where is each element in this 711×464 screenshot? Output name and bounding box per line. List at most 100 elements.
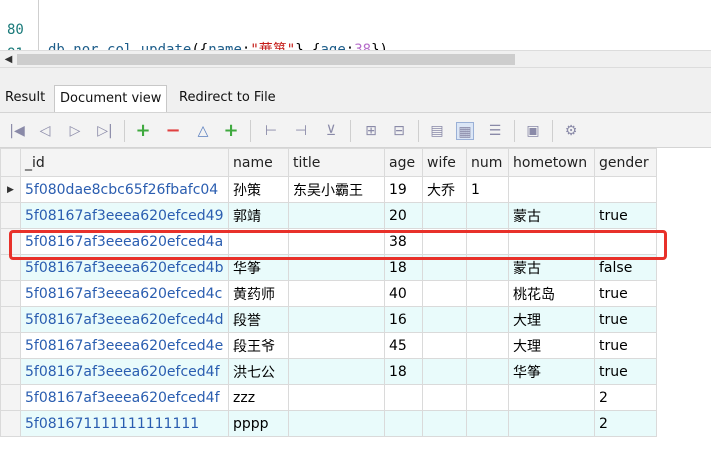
column-header-wife[interactable]: wife bbox=[422, 148, 467, 177]
table-cell[interactable]: true bbox=[594, 332, 657, 359]
table-cell[interactable] bbox=[466, 202, 509, 229]
export-icon[interactable]: ▣ bbox=[524, 122, 542, 140]
table-row[interactable]: 5f08167af3eeea620efced4e 段王爷 45 大理 true bbox=[0, 332, 657, 359]
table-cell[interactable]: 5f08167af3eeea620efced4d bbox=[20, 306, 229, 333]
row-header[interactable] bbox=[0, 384, 21, 411]
row-header[interactable] bbox=[0, 228, 21, 255]
table-cell[interactable]: 段誉 bbox=[228, 306, 289, 333]
table-cell[interactable] bbox=[466, 254, 509, 281]
row-header[interactable] bbox=[0, 280, 21, 307]
table-cell[interactable] bbox=[228, 228, 289, 255]
table-cell[interactable]: true bbox=[594, 358, 657, 385]
remove-row-icon[interactable]: ⊣ bbox=[292, 122, 310, 140]
table-cell[interactable] bbox=[422, 332, 467, 359]
list-icon[interactable]: ⊟ bbox=[390, 122, 408, 140]
table-cell[interactable]: 郭靖 bbox=[228, 202, 289, 229]
table-cell[interactable]: 1 bbox=[466, 176, 509, 203]
table-cell[interactable] bbox=[508, 176, 595, 203]
table-view-icon[interactable]: ▦ bbox=[456, 122, 474, 140]
table-cell[interactable] bbox=[422, 384, 467, 411]
table-cell[interactable] bbox=[508, 384, 595, 411]
table-cell[interactable]: 20 bbox=[384, 202, 423, 229]
table-cell[interactable]: 19 bbox=[384, 176, 423, 203]
table-cell[interactable] bbox=[466, 306, 509, 333]
table-cell[interactable] bbox=[422, 202, 467, 229]
table-cell[interactable] bbox=[288, 384, 385, 411]
table-cell[interactable]: 5f08167af3eeea620efced4b bbox=[20, 254, 229, 281]
table-cell[interactable]: 18 bbox=[384, 254, 423, 281]
table-cell[interactable]: 孙策 bbox=[228, 176, 289, 203]
prev-page-icon[interactable]: ◁ bbox=[36, 122, 54, 140]
table-cell[interactable]: 16 bbox=[384, 306, 423, 333]
row-header[interactable] bbox=[0, 410, 21, 437]
table-cell[interactable]: 洪七公 bbox=[228, 358, 289, 385]
first-page-icon[interactable]: |◀ bbox=[8, 122, 26, 140]
table-cell[interactable]: 5f08167af3eeea620efced4f bbox=[20, 384, 229, 411]
row-header[interactable] bbox=[0, 202, 21, 229]
table-cell[interactable]: 40 bbox=[384, 280, 423, 307]
table-cell[interactable]: 大理 bbox=[508, 306, 595, 333]
table-cell[interactable] bbox=[288, 332, 385, 359]
code-line-81[interactable]: 81 db.nor_col.find({}) bbox=[0, 24, 711, 50]
tab-redirect-to-file[interactable]: Redirect to File bbox=[174, 87, 281, 111]
table-cell[interactable] bbox=[422, 228, 467, 255]
row-header[interactable] bbox=[0, 306, 21, 333]
move-up-icon[interactable]: △ bbox=[194, 122, 212, 140]
table-cell[interactable] bbox=[288, 254, 385, 281]
table-cell[interactable] bbox=[594, 176, 657, 203]
table-cell[interactable]: 5f08167af3eeea620efced4e bbox=[20, 332, 229, 359]
delete-document-icon[interactable]: − bbox=[164, 122, 182, 140]
table-row[interactable]: 5f08167af3eeea620efced4f 洪七公 18 华筝 true bbox=[0, 358, 657, 385]
table-cell[interactable] bbox=[288, 410, 385, 437]
table-cell[interactable]: 5f080dae8cbc65f26fbafc04 bbox=[20, 176, 229, 203]
table-row[interactable]: 5f081671111111111111 pppp 2 bbox=[0, 410, 657, 437]
table-cell[interactable]: 5f081671111111111111 bbox=[20, 410, 229, 437]
table-cell[interactable] bbox=[466, 384, 509, 411]
table-cell[interactable] bbox=[466, 332, 509, 359]
row-header[interactable] bbox=[0, 332, 21, 359]
table-cell[interactable]: 45 bbox=[384, 332, 423, 359]
column-header-num[interactable]: num bbox=[466, 148, 509, 177]
column-header-hometown[interactable]: hometown bbox=[508, 148, 595, 177]
column-header-name[interactable]: name bbox=[228, 148, 289, 177]
expand-icon[interactable]: ⊻ bbox=[322, 122, 340, 140]
table-cell[interactable]: 华筝 bbox=[508, 358, 595, 385]
table-cell[interactable]: zzz bbox=[228, 384, 289, 411]
table-cell[interactable]: 桃花岛 bbox=[508, 280, 595, 307]
add-field-icon[interactable]: + bbox=[222, 122, 240, 140]
scroll-thumb[interactable] bbox=[17, 54, 515, 65]
table-cell[interactable]: 38 bbox=[384, 228, 423, 255]
table-cell[interactable]: 段王爷 bbox=[228, 332, 289, 359]
table-cell[interactable] bbox=[422, 280, 467, 307]
table-cell[interactable]: true bbox=[594, 202, 657, 229]
row-header[interactable] bbox=[0, 254, 21, 281]
table-cell[interactable]: false bbox=[594, 254, 657, 281]
add-document-icon[interactable]: + bbox=[134, 122, 152, 140]
table-cell[interactable]: 18 bbox=[384, 358, 423, 385]
column-header-title[interactable]: title bbox=[288, 148, 385, 177]
column-header-age[interactable]: age bbox=[384, 148, 423, 177]
tab-document-view[interactable]: Document view bbox=[54, 85, 168, 112]
table-cell[interactable] bbox=[508, 410, 595, 437]
code-editor[interactable]: 80 db.nor_col.update({name:"華箏"},{age:38… bbox=[0, 0, 711, 50]
table-cell[interactable]: 大理 bbox=[508, 332, 595, 359]
table-cell[interactable]: 黄药师 bbox=[228, 280, 289, 307]
table-cell[interactable]: 蒙古 bbox=[508, 254, 595, 281]
table-cell[interactable] bbox=[466, 280, 509, 307]
table-cell[interactable]: 5f08167af3eeea620efced4f bbox=[20, 358, 229, 385]
column-header-id[interactable]: _id bbox=[20, 148, 229, 177]
add-row-icon[interactable]: ⊢ bbox=[262, 122, 280, 140]
table-row[interactable]: 5f08167af3eeea620efced4d 段誉 16 大理 true bbox=[0, 306, 657, 333]
text-view-icon[interactable]: ☰ bbox=[486, 122, 504, 140]
table-cell[interactable]: 5f08167af3eeea620efced4c bbox=[20, 280, 229, 307]
table-cell[interactable] bbox=[422, 306, 467, 333]
table-cell[interactable] bbox=[508, 228, 595, 255]
table-cell[interactable] bbox=[384, 410, 423, 437]
table-cell[interactable] bbox=[384, 384, 423, 411]
column-header-gender[interactable]: gender bbox=[594, 148, 657, 177]
scroll-left-icon[interactable]: ◀ bbox=[2, 53, 15, 66]
settings-icon[interactable]: ⚙ bbox=[562, 122, 580, 140]
grid-icon[interactable]: ⊞ bbox=[362, 122, 380, 140]
next-page-icon[interactable]: ▷ bbox=[66, 122, 84, 140]
table-cell[interactable] bbox=[288, 228, 385, 255]
